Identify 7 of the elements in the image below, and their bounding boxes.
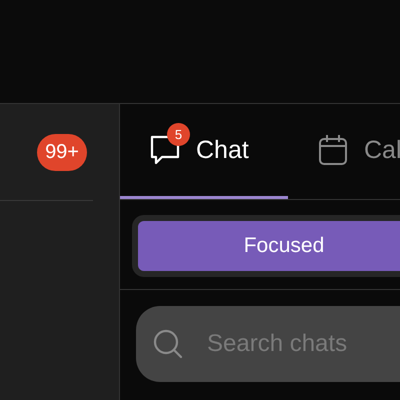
- notification-badge: 99+: [37, 134, 87, 170]
- calendar-icon: [318, 134, 348, 166]
- segment-button[interactable]: Focused: [138, 221, 400, 271]
- unread-badge: 5: [167, 123, 190, 146]
- tab[interactable]: 5 Chat: [120, 104, 288, 199]
- tab[interactable]: Cal: [288, 104, 400, 199]
- search-icon: [153, 329, 183, 359]
